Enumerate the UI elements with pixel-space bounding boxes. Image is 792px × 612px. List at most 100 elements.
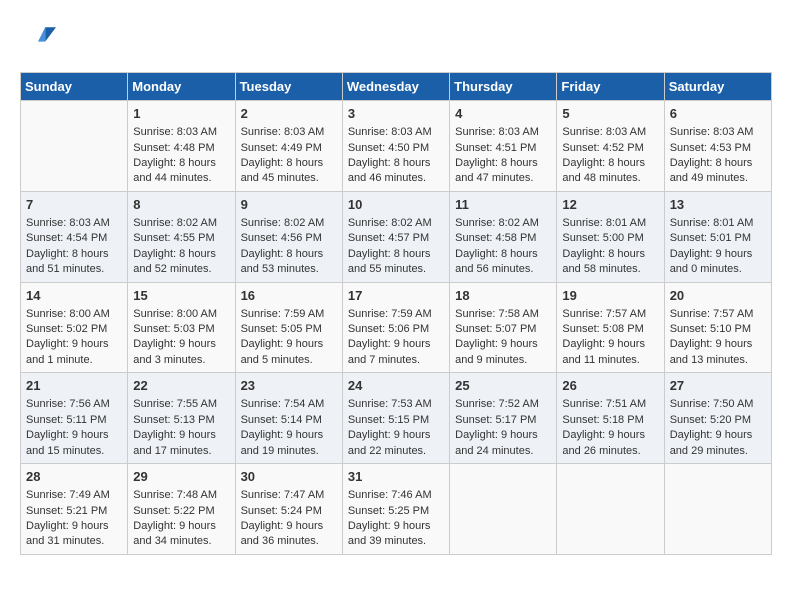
day-info: Daylight: 9 hours [133, 519, 229, 534]
day-info: and 11 minutes. [562, 353, 658, 368]
calendar-cell [21, 101, 128, 192]
day-info: and 9 minutes. [455, 353, 551, 368]
day-info: Daylight: 9 hours [348, 428, 444, 443]
day-info: Sunrise: 7:48 AM [133, 488, 229, 503]
day-info: Daylight: 8 hours [562, 156, 658, 171]
day-info: Daylight: 9 hours [348, 337, 444, 352]
calendar-cell: 12Sunrise: 8:01 AMSunset: 5:00 PMDayligh… [557, 191, 664, 282]
day-info: Sunrise: 7:59 AM [348, 307, 444, 322]
day-number: 13 [670, 196, 766, 214]
calendar-cell: 17Sunrise: 7:59 AMSunset: 5:06 PMDayligh… [342, 282, 449, 373]
day-number: 26 [562, 377, 658, 395]
day-number: 19 [562, 287, 658, 305]
day-number: 9 [241, 196, 337, 214]
day-info: Daylight: 8 hours [241, 156, 337, 171]
day-info: Sunset: 5:05 PM [241, 322, 337, 337]
col-header-tuesday: Tuesday [235, 73, 342, 101]
day-info: Sunrise: 7:50 AM [670, 397, 766, 412]
day-info: Sunset: 5:24 PM [241, 504, 337, 519]
day-info: and 36 minutes. [241, 534, 337, 549]
day-number: 12 [562, 196, 658, 214]
day-info: Sunset: 5:07 PM [455, 322, 551, 337]
day-info: Sunrise: 8:03 AM [670, 125, 766, 140]
calendar-cell: 10Sunrise: 8:02 AMSunset: 4:57 PMDayligh… [342, 191, 449, 282]
day-number: 25 [455, 377, 551, 395]
page-header [20, 20, 772, 56]
calendar-cell: 11Sunrise: 8:02 AMSunset: 4:58 PMDayligh… [450, 191, 557, 282]
day-info: Daylight: 9 hours [26, 519, 122, 534]
calendar-header-row: SundayMondayTuesdayWednesdayThursdayFrid… [21, 73, 772, 101]
day-info: and 39 minutes. [348, 534, 444, 549]
day-info: Daylight: 9 hours [133, 428, 229, 443]
calendar-cell: 23Sunrise: 7:54 AMSunset: 5:14 PMDayligh… [235, 373, 342, 464]
day-number: 14 [26, 287, 122, 305]
day-number: 1 [133, 105, 229, 123]
day-info: Daylight: 8 hours [562, 247, 658, 262]
day-info: Sunset: 4:53 PM [670, 141, 766, 156]
day-number: 18 [455, 287, 551, 305]
day-info: Daylight: 9 hours [562, 428, 658, 443]
day-info: Sunset: 4:49 PM [241, 141, 337, 156]
day-number: 30 [241, 468, 337, 486]
day-info: Sunset: 4:50 PM [348, 141, 444, 156]
day-number: 16 [241, 287, 337, 305]
day-info: and 34 minutes. [133, 534, 229, 549]
day-info: and 55 minutes. [348, 262, 444, 277]
day-number: 3 [348, 105, 444, 123]
day-info: and 51 minutes. [26, 262, 122, 277]
calendar-cell: 24Sunrise: 7:53 AMSunset: 5:15 PMDayligh… [342, 373, 449, 464]
calendar-cell [557, 464, 664, 555]
day-info: and 47 minutes. [455, 171, 551, 186]
calendar-cell: 15Sunrise: 8:00 AMSunset: 5:03 PMDayligh… [128, 282, 235, 373]
day-info: Sunrise: 8:03 AM [133, 125, 229, 140]
day-info: Sunset: 5:10 PM [670, 322, 766, 337]
day-info: Sunset: 5:17 PM [455, 413, 551, 428]
day-number: 24 [348, 377, 444, 395]
day-info: Sunset: 4:55 PM [133, 231, 229, 246]
day-info: Sunrise: 8:01 AM [670, 216, 766, 231]
day-number: 22 [133, 377, 229, 395]
day-info: Daylight: 9 hours [455, 337, 551, 352]
day-info: and 31 minutes. [26, 534, 122, 549]
day-info: Sunrise: 7:53 AM [348, 397, 444, 412]
day-number: 28 [26, 468, 122, 486]
calendar-cell: 18Sunrise: 7:58 AMSunset: 5:07 PMDayligh… [450, 282, 557, 373]
col-header-thursday: Thursday [450, 73, 557, 101]
day-info: Sunset: 4:48 PM [133, 141, 229, 156]
day-info: Daylight: 8 hours [348, 156, 444, 171]
col-header-friday: Friday [557, 73, 664, 101]
calendar-table: SundayMondayTuesdayWednesdayThursdayFrid… [20, 72, 772, 555]
day-info: Sunset: 5:00 PM [562, 231, 658, 246]
day-info: Daylight: 9 hours [133, 337, 229, 352]
day-info: and 13 minutes. [670, 353, 766, 368]
day-info: Sunset: 4:52 PM [562, 141, 658, 156]
day-number: 4 [455, 105, 551, 123]
day-info: Daylight: 9 hours [670, 247, 766, 262]
day-info: and 15 minutes. [26, 444, 122, 459]
week-row-4: 21Sunrise: 7:56 AMSunset: 5:11 PMDayligh… [21, 373, 772, 464]
day-info: Sunset: 4:54 PM [26, 231, 122, 246]
day-info: Sunrise: 8:02 AM [241, 216, 337, 231]
calendar-cell: 7Sunrise: 8:03 AMSunset: 4:54 PMDaylight… [21, 191, 128, 282]
day-info: Sunset: 5:18 PM [562, 413, 658, 428]
calendar-cell: 4Sunrise: 8:03 AMSunset: 4:51 PMDaylight… [450, 101, 557, 192]
calendar-cell: 19Sunrise: 7:57 AMSunset: 5:08 PMDayligh… [557, 282, 664, 373]
day-info: and 26 minutes. [562, 444, 658, 459]
day-info: Daylight: 8 hours [133, 156, 229, 171]
day-info: Sunset: 5:14 PM [241, 413, 337, 428]
day-info: Sunrise: 8:02 AM [455, 216, 551, 231]
calendar-cell [664, 464, 771, 555]
day-info: Daylight: 8 hours [26, 247, 122, 262]
day-info: and 52 minutes. [133, 262, 229, 277]
calendar-cell: 26 Sunrise: 7:51 AMSunset: 5:18 PMDayligh… [557, 373, 664, 464]
day-number: 2 [241, 105, 337, 123]
calendar-cell: 5Sunrise: 8:03 AMSunset: 4:52 PMDaylight… [557, 101, 664, 192]
day-info: Sunset: 5:22 PM [133, 504, 229, 519]
day-info: Sunrise: 7:51 AM [562, 397, 658, 412]
day-info: Sunset: 5:01 PM [670, 231, 766, 246]
day-info: Sunset: 4:51 PM [455, 141, 551, 156]
week-row-3: 14Sunrise: 8:00 AMSunset: 5:02 PMDayligh… [21, 282, 772, 373]
day-info: Daylight: 8 hours [133, 247, 229, 262]
day-info: Sunrise: 7:49 AM [26, 488, 122, 503]
calendar-cell: 2Sunrise: 8:03 AMSunset: 4:49 PMDaylight… [235, 101, 342, 192]
